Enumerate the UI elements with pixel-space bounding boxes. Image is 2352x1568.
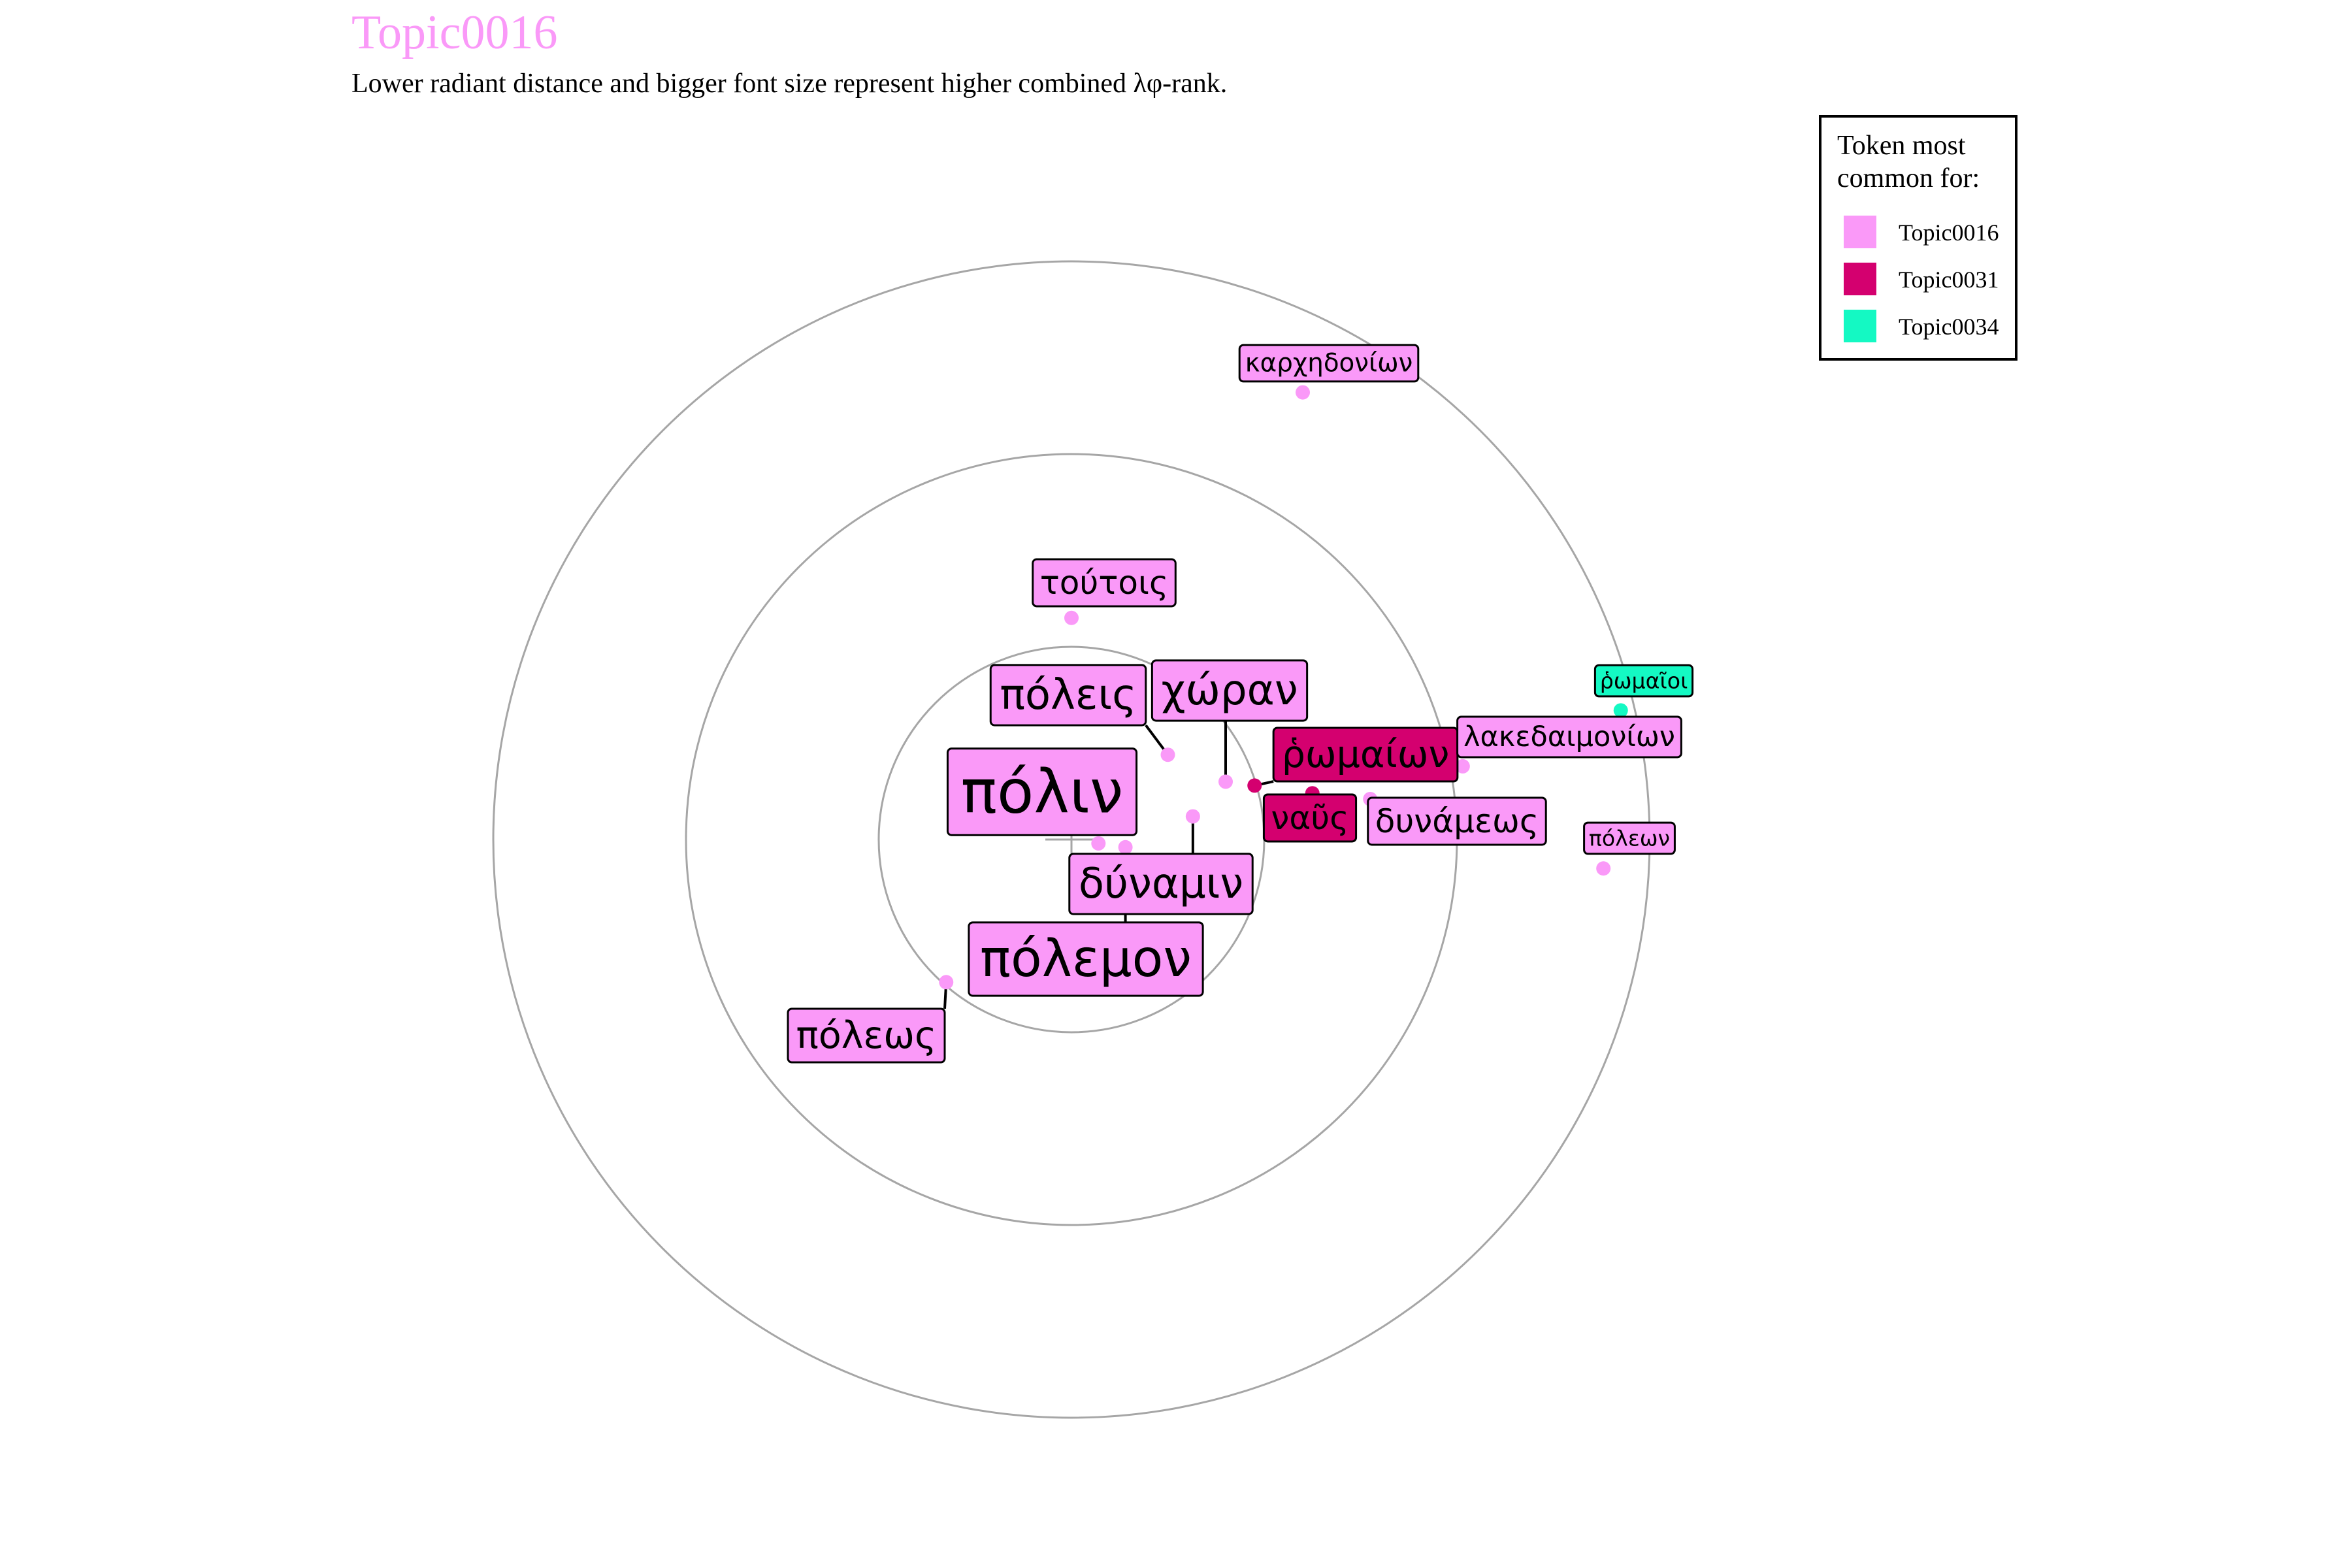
token-5-point	[1160, 747, 1175, 762]
token-3-point	[1185, 809, 1200, 824]
legend-swatch-topic0034	[1844, 310, 1876, 342]
token-14-point	[1596, 861, 1611, 876]
legend-swatch-topic0016	[1844, 216, 1876, 248]
token-1-label-text: πόλιν	[961, 757, 1124, 827]
token-1-point	[1091, 836, 1106, 851]
token-9-label-text: τούτοις	[1040, 564, 1169, 602]
legend-label-topic0016: Topic0016	[1899, 220, 1999, 246]
token-12-point	[1296, 385, 1310, 400]
legend-swatch-topic0031	[1844, 263, 1876, 295]
token-6-label-text: πόλεως	[796, 1014, 937, 1057]
token-labels: πόλιν πόλεμον δύναμιν χώραν πόλεις πόλεως ῥωμα…	[787, 344, 1694, 1064]
token-13-point	[1613, 703, 1628, 718]
legend-label-topic0031: Topic0031	[1899, 267, 1999, 293]
token-8-label-text: ναῦς	[1271, 799, 1348, 837]
token-11-label-text: λακεδαιμονίων	[1463, 721, 1675, 753]
token-4-point	[1218, 774, 1233, 789]
token-5-label-text: πόλεις	[1000, 671, 1136, 719]
token-7-label-text: ῥωμαίων	[1282, 733, 1450, 776]
token-4-label-text: χώραν	[1161, 666, 1298, 715]
legend: Token most common for: Topic0016 Topic00…	[1819, 115, 2017, 361]
token-2-label-text: πόλεμον	[980, 930, 1192, 988]
token-2-point	[1118, 840, 1133, 855]
token-10-label-text: δυνάμεως	[1375, 802, 1539, 840]
token-14-label-text: πόλεων	[1589, 826, 1670, 851]
token-13-label-text: ῥωμαῖοι	[1600, 668, 1688, 694]
token-9-point	[1064, 610, 1079, 625]
token-7-point	[1247, 778, 1262, 793]
legend-label-topic0034: Topic0034	[1899, 314, 1999, 340]
token-3-label-text: δύναμιν	[1079, 860, 1243, 908]
token-12-label-text: καρχηδονίων	[1245, 349, 1413, 378]
token-6-point	[939, 975, 954, 990]
legend-title: Token most common for:	[1837, 131, 1980, 193]
